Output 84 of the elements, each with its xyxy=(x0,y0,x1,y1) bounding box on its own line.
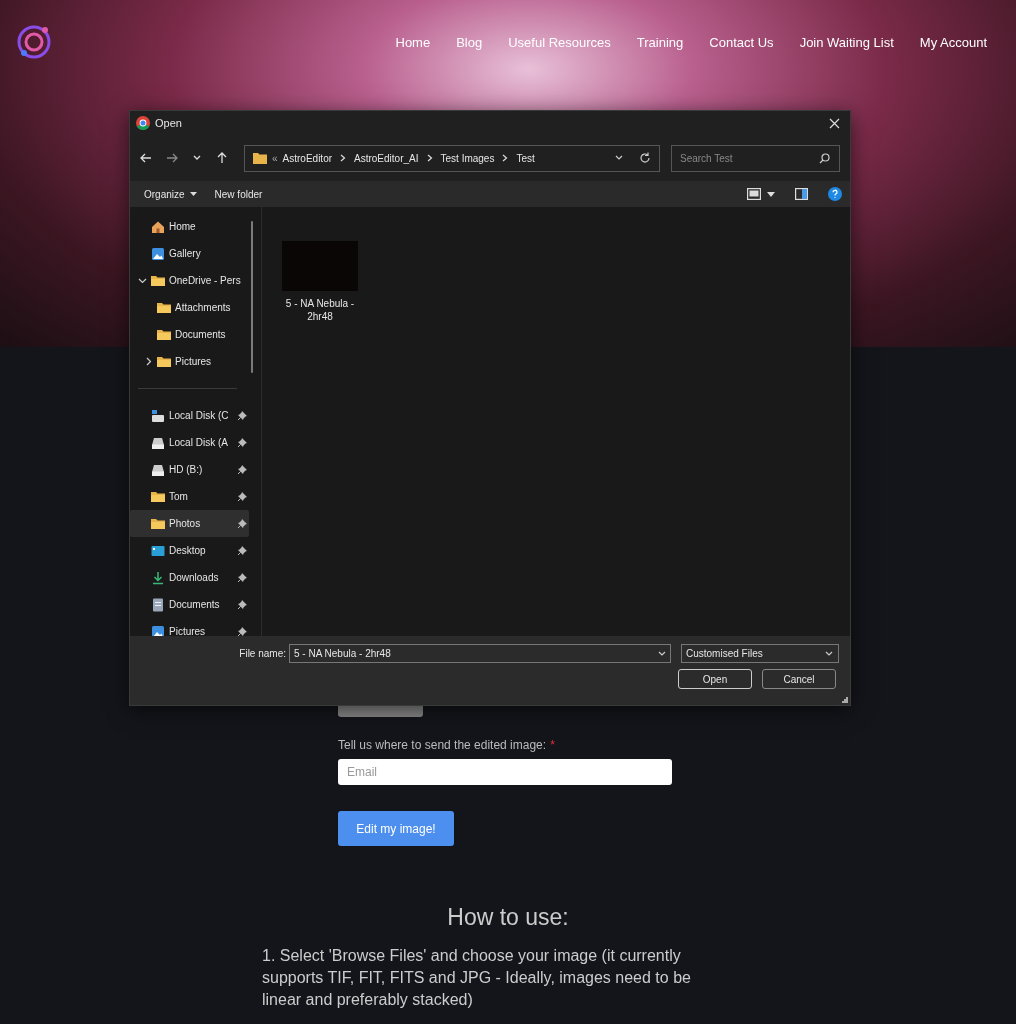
browser-icon xyxy=(136,116,150,130)
breadcrumb-item[interactable]: AstroEditor_AI xyxy=(354,152,419,164)
breadcrumb-item[interactable]: Test xyxy=(516,152,535,164)
caret-icon xyxy=(189,192,197,196)
chevron-down-icon[interactable] xyxy=(138,276,147,285)
chevron-right-icon[interactable] xyxy=(426,154,433,162)
home-icon xyxy=(151,219,165,234)
folder-icon xyxy=(157,327,171,342)
pin-icon[interactable] xyxy=(238,573,247,582)
quick-access-item[interactable]: Local Disk (C xyxy=(130,402,249,429)
caret-icon[interactable] xyxy=(767,191,775,197)
pin-icon[interactable] xyxy=(238,600,247,609)
close-icon[interactable] xyxy=(829,117,840,129)
dialog-title: Open xyxy=(155,117,182,129)
new-folder-button[interactable]: New folder xyxy=(208,186,269,202)
quick-access-item[interactable]: Downloads xyxy=(130,564,249,591)
search-icon xyxy=(819,152,830,164)
breadcrumb-item[interactable]: Test Images xyxy=(440,152,495,164)
download-icon xyxy=(151,570,165,585)
pin-icon[interactable] xyxy=(238,411,247,420)
address-bar[interactable]: « AstroEditor AstroEditor_AI Test Images Test xyxy=(244,144,660,172)
chevron-right-icon[interactable] xyxy=(502,154,509,162)
drive-icon xyxy=(151,408,165,423)
back-arrow-icon[interactable] xyxy=(140,152,152,164)
picture-icon xyxy=(151,624,165,639)
drive-icon xyxy=(151,462,165,477)
folder-icon xyxy=(253,152,267,164)
nav-link[interactable]: Join Waiting List xyxy=(786,34,907,50)
picture-icon xyxy=(151,246,165,261)
folder-icon xyxy=(157,300,171,315)
tree-item[interactable]: Gallery xyxy=(130,240,249,267)
quick-access-item[interactable]: HD (B:) xyxy=(130,456,249,483)
desktop-icon xyxy=(151,543,165,558)
overflow-chevrons[interactable]: « xyxy=(272,152,278,164)
preview-pane-icon[interactable] xyxy=(795,188,808,200)
pin-icon[interactable] xyxy=(238,438,247,447)
pin-icon[interactable] xyxy=(238,627,247,636)
pin-icon[interactable] xyxy=(238,546,247,555)
folder-icon xyxy=(157,354,171,369)
quick-access-item[interactable]: Tom xyxy=(130,483,249,510)
logo-icon[interactable] xyxy=(16,24,52,60)
view-icon[interactable] xyxy=(747,188,761,200)
breadcrumb-item[interactable]: AstroEditor xyxy=(282,152,333,164)
tree-item[interactable]: Attachments xyxy=(130,294,249,321)
forward-arrow-icon[interactable] xyxy=(166,152,178,164)
chevron-right-icon[interactable] xyxy=(340,154,347,162)
search-field[interactable]: Search Test xyxy=(671,144,840,172)
file-name[interactable]: 5 - NA Nebula - 2hr48 xyxy=(284,297,356,323)
quick-access-item[interactable]: Local Disk (A xyxy=(130,429,249,456)
quick-access-item[interactable]: Desktop xyxy=(130,537,249,564)
quick-access-item[interactable]: Photos xyxy=(130,510,249,537)
document-icon xyxy=(151,597,165,612)
nav-link[interactable]: My Account xyxy=(906,34,1000,50)
cancel-button[interactable]: Cancel xyxy=(762,669,836,689)
scrollbar[interactable] xyxy=(251,221,253,373)
email-label: Tell us where to send the edited image: xyxy=(338,738,547,752)
folder-icon xyxy=(151,516,165,531)
open-button[interactable]: Open xyxy=(678,669,752,689)
folder-icon xyxy=(151,273,165,288)
resize-grip-icon[interactable] xyxy=(842,697,848,703)
tree-item[interactable]: OneDrive - Pers xyxy=(130,267,249,294)
folder-icon xyxy=(151,489,165,504)
pin-icon[interactable] xyxy=(238,492,247,501)
drive-icon xyxy=(151,435,165,450)
file-name-field[interactable]: 5 - NA Nebula - 2hr48 xyxy=(289,644,671,663)
tree-item[interactable]: Pictures xyxy=(130,348,249,375)
file-type-dropdown[interactable]: Customised Files xyxy=(681,644,839,663)
nav-link[interactable]: Training xyxy=(623,34,697,50)
nav-link[interactable]: Contact Us xyxy=(696,34,787,50)
pin-icon[interactable] xyxy=(238,519,247,528)
tree-item[interactable]: Documents xyxy=(130,321,249,348)
quick-access-item[interactable]: Documents xyxy=(130,591,249,618)
help-icon[interactable] xyxy=(828,187,842,201)
refresh-icon[interactable] xyxy=(639,152,651,164)
up-arrow-icon[interactable] xyxy=(216,152,228,164)
tree-item[interactable]: Home xyxy=(130,213,249,240)
chevron-right-icon[interactable] xyxy=(144,357,153,366)
file-name-label: File name: xyxy=(238,648,286,659)
email-field[interactable]: Email xyxy=(338,759,672,785)
organize-menu[interactable]: Organize xyxy=(138,186,203,202)
instruction-text: 1. Select 'Browse Files' and choose your image (it currently supports TIF, FIT, FITS and JPG - Ideally, images need to be linear and preferably stacked) xyxy=(262,946,692,1010)
required-mark: * xyxy=(550,738,555,752)
section-heading: How to use: xyxy=(447,904,569,931)
pin-icon[interactable] xyxy=(238,465,247,474)
